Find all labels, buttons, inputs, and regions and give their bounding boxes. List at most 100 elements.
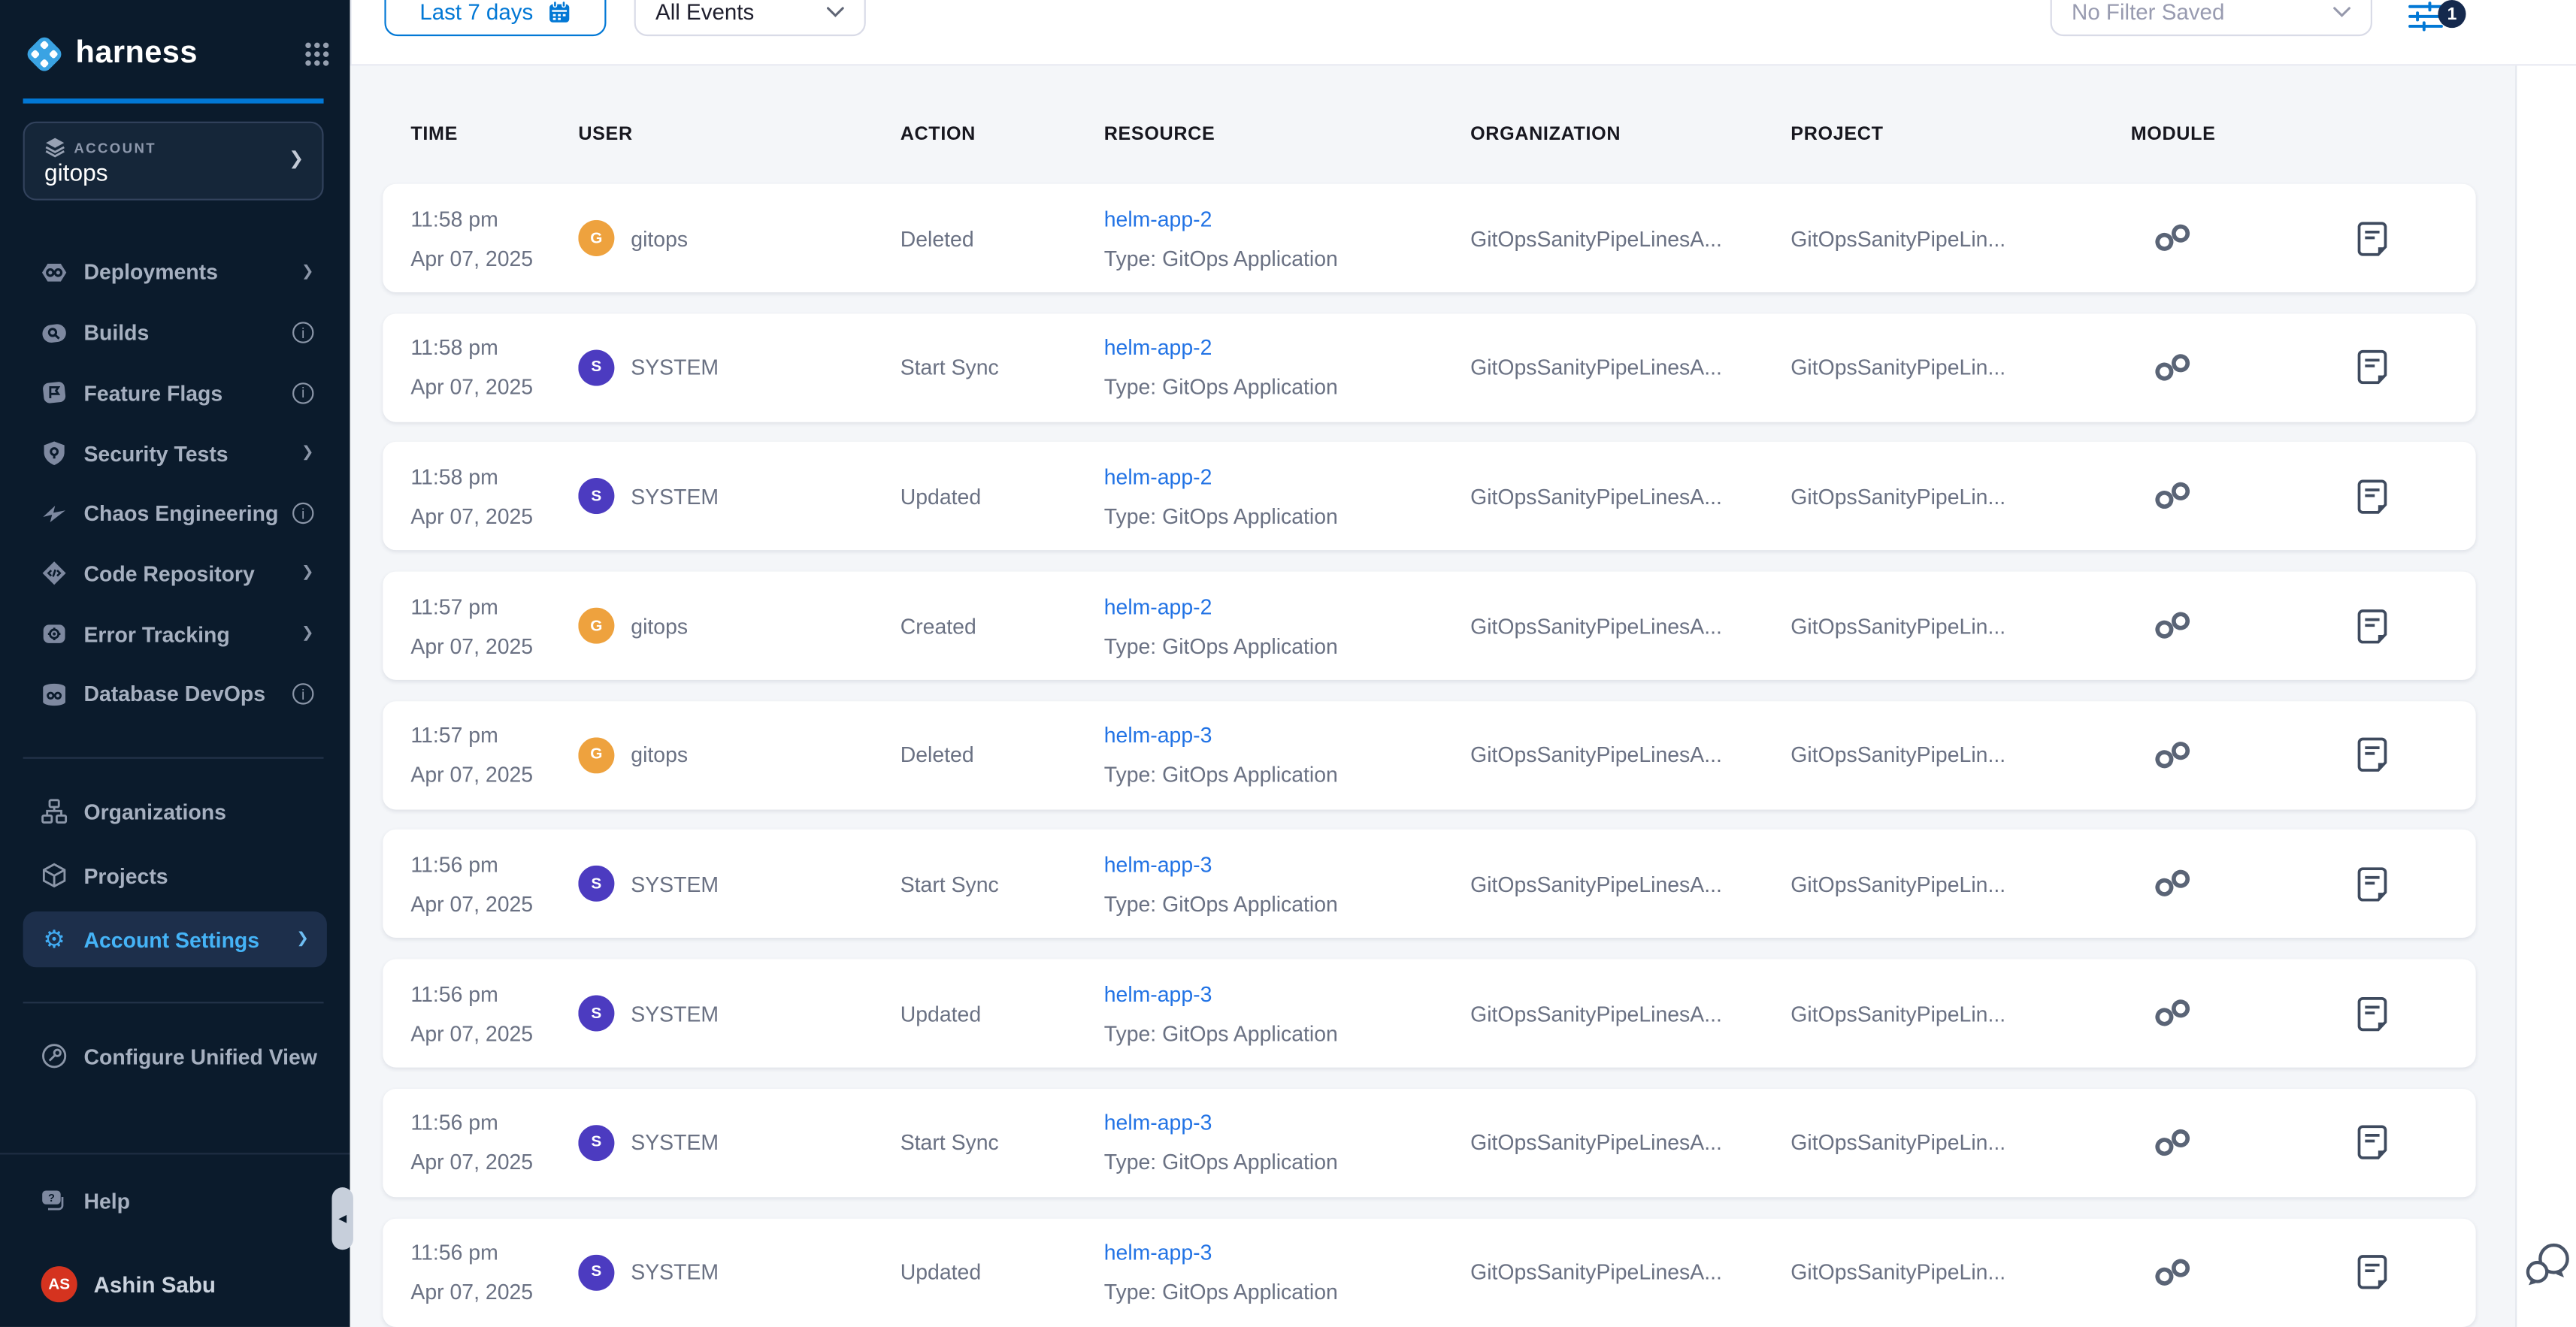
row-organization: GitOpsSanityPipeLinesA... — [1470, 742, 1722, 767]
row-project: GitOpsSanityPipeLin... — [1790, 484, 2005, 509]
sidebar-item-error-tracking[interactable]: Error Tracking ❯ — [0, 604, 350, 664]
chevron-right-icon: ❯ — [301, 566, 313, 582]
sidebar-item-security-tests[interactable]: Security Tests ❯ — [0, 423, 350, 483]
admin-nav: Organizations Projects ⚙ Account Setting… — [0, 784, 350, 976]
row-project: GitOpsSanityPipeLin... — [1790, 872, 2005, 896]
table-row[interactable]: 11:58 pm Apr 07, 2025 S SYSTEM Updated h… — [383, 443, 2475, 551]
info-icon[interactable]: i — [292, 322, 313, 343]
resource-link[interactable]: helm-app-2 — [1104, 206, 1470, 231]
note-icon[interactable] — [2357, 738, 2387, 772]
sidebar-item-chaos-engineering[interactable]: Chaos Engineering i — [0, 483, 350, 543]
resource-cell: helm-app-2 Type: GitOps Application — [1104, 335, 1470, 399]
sidebar-item-organizations[interactable]: Organizations — [23, 784, 327, 839]
account-selector[interactable]: ACCOUNT gitops ❯ — [23, 122, 324, 201]
column-header-time: TIME — [410, 125, 578, 144]
date-range-button[interactable]: Last 7 days — [384, 0, 606, 36]
sidebar-item-account-settings[interactable]: ⚙ Account Settings ❯ — [23, 911, 327, 967]
note-icon[interactable] — [2357, 350, 2387, 385]
row-time: 11:57 pm — [410, 723, 578, 748]
sidebar-item-deployments[interactable]: Deployments ❯ — [0, 243, 350, 303]
row-organization: GitOpsSanityPipeLinesA... — [1470, 484, 1722, 509]
resource-link[interactable]: helm-app-2 — [1104, 464, 1470, 489]
action-cell: Created — [901, 613, 1104, 638]
time-cell: 11:56 pm Apr 07, 2025 — [410, 1111, 578, 1174]
resource-link[interactable]: helm-app-3 — [1104, 723, 1470, 748]
module-cell — [2131, 479, 2476, 514]
info-icon[interactable]: i — [292, 382, 313, 404]
project-cell: GitOpsSanityPipeLin... — [1790, 613, 2130, 638]
sidebar-item-label: Feature Flags — [83, 381, 222, 406]
sidebar-collapse-handle[interactable]: ◀ — [331, 1187, 353, 1250]
resource-link[interactable]: helm-app-3 — [1104, 1111, 1470, 1135]
time-cell: 11:58 pm Apr 07, 2025 — [410, 464, 578, 528]
project-cell: GitOpsSanityPipeLin... — [1790, 1259, 2130, 1284]
row-action: Created — [901, 613, 976, 638]
right-rail — [2514, 65, 2576, 1327]
row-project: GitOpsSanityPipeLin... — [1790, 1130, 2005, 1155]
table-row[interactable]: 11:56 pm Apr 07, 2025 S SYSTEM Start Syn… — [383, 1089, 2475, 1197]
sidebar-item-feature-flags[interactable]: Feature Flags i — [0, 363, 350, 423]
table-row[interactable]: 11:58 pm Apr 07, 2025 G gitops Deleted h… — [383, 184, 2475, 292]
sidebar-item-label: Configure Unified View — [83, 1044, 316, 1069]
organization-cell: GitOpsSanityPipeLinesA... — [1470, 484, 1790, 509]
user-menu[interactable]: AS Ashin Sabu — [41, 1256, 216, 1312]
module-cell — [2131, 221, 2476, 255]
row-user: SYSTEM — [631, 484, 719, 509]
nine-dot-grid-icon[interactable] — [304, 41, 330, 68]
cd-infinity-icon — [2149, 1126, 2196, 1160]
note-icon[interactable] — [2357, 867, 2387, 902]
event-type-select[interactable]: All Events — [634, 0, 866, 36]
organization-cell: GitOpsSanityPipeLinesA... — [1470, 872, 1790, 896]
sidebar-item-database-devops[interactable]: Database DevOps i — [0, 664, 350, 724]
user-avatar: S — [578, 996, 614, 1032]
cd-infinity-icon — [2149, 350, 2196, 385]
database-icon — [41, 681, 68, 707]
sidebar-item-help[interactable]: ? Help — [41, 1173, 130, 1229]
note-icon[interactable] — [2357, 1255, 2387, 1289]
user-cell: S SYSTEM — [578, 866, 900, 902]
table-row[interactable]: 11:56 pm Apr 07, 2025 S SYSTEM Updated h… — [383, 1218, 2475, 1326]
resource-type: Type: GitOps Application — [1104, 1021, 1470, 1046]
resource-cell: helm-app-3 Type: GitOps Application — [1104, 723, 1470, 787]
table-row[interactable]: 11:58 pm Apr 07, 2025 S SYSTEM Start Syn… — [383, 313, 2475, 422]
info-icon[interactable]: i — [292, 503, 313, 524]
table-row[interactable]: 11:56 pm Apr 07, 2025 S SYSTEM Start Syn… — [383, 830, 2475, 939]
cd-infinity-icon — [2149, 738, 2196, 772]
row-action: Updated — [901, 1259, 981, 1284]
organization-cell: GitOpsSanityPipeLinesA... — [1470, 1130, 1790, 1155]
info-icon[interactable]: i — [292, 684, 313, 705]
resource-link[interactable]: helm-app-2 — [1104, 335, 1470, 360]
topbar: Last 7 days All Events No Filter Saved — [350, 0, 2576, 65]
resource-link[interactable]: helm-app-3 — [1104, 981, 1470, 1006]
support-chat-icon[interactable] — [2523, 1241, 2572, 1295]
table-row[interactable]: 11:57 pm Apr 07, 2025 G gitops Deleted h… — [383, 701, 2475, 809]
row-date: Apr 07, 2025 — [410, 1021, 578, 1046]
resource-link[interactable]: helm-app-3 — [1104, 852, 1470, 877]
active-module-indicator — [23, 98, 324, 103]
resource-link[interactable]: helm-app-3 — [1104, 1240, 1470, 1265]
user-avatar: S — [578, 349, 614, 385]
table-row[interactable]: 11:57 pm Apr 07, 2025 G gitops Created h… — [383, 572, 2475, 680]
module-nav: Deployments ❯ Builds i Feature Flags i — [0, 243, 350, 724]
table-row[interactable]: 11:56 pm Apr 07, 2025 S SYSTEM Updated h… — [383, 960, 2475, 1068]
note-icon[interactable] — [2357, 479, 2387, 514]
sidebar-item-projects[interactable]: Projects — [23, 848, 327, 903]
row-action: Updated — [901, 1001, 981, 1026]
row-project: GitOpsSanityPipeLin... — [1790, 742, 2005, 767]
sidebar-item-configure-unified-view[interactable]: Configure Unified View — [23, 1028, 327, 1084]
note-icon[interactable] — [2357, 1126, 2387, 1160]
row-action: Deleted — [901, 226, 974, 251]
saved-filter-select[interactable]: No Filter Saved — [2051, 0, 2372, 36]
action-cell: Updated — [901, 484, 1104, 509]
sidebar-item-builds[interactable]: Builds i — [0, 303, 350, 363]
project-cell: GitOpsSanityPipeLin... — [1790, 355, 2130, 379]
note-icon[interactable] — [2357, 609, 2387, 643]
sidebar-item-code-repository[interactable]: Code Repository ❯ — [0, 543, 350, 603]
resource-cell: helm-app-3 Type: GitOps Application — [1104, 852, 1470, 916]
row-user: SYSTEM — [631, 1001, 719, 1026]
note-icon[interactable] — [2357, 221, 2387, 255]
resource-type: Type: GitOps Application — [1104, 1150, 1470, 1175]
resource-cell: helm-app-2 Type: GitOps Application — [1104, 206, 1470, 270]
resource-link[interactable]: helm-app-2 — [1104, 594, 1470, 618]
note-icon[interactable] — [2357, 996, 2387, 1031]
